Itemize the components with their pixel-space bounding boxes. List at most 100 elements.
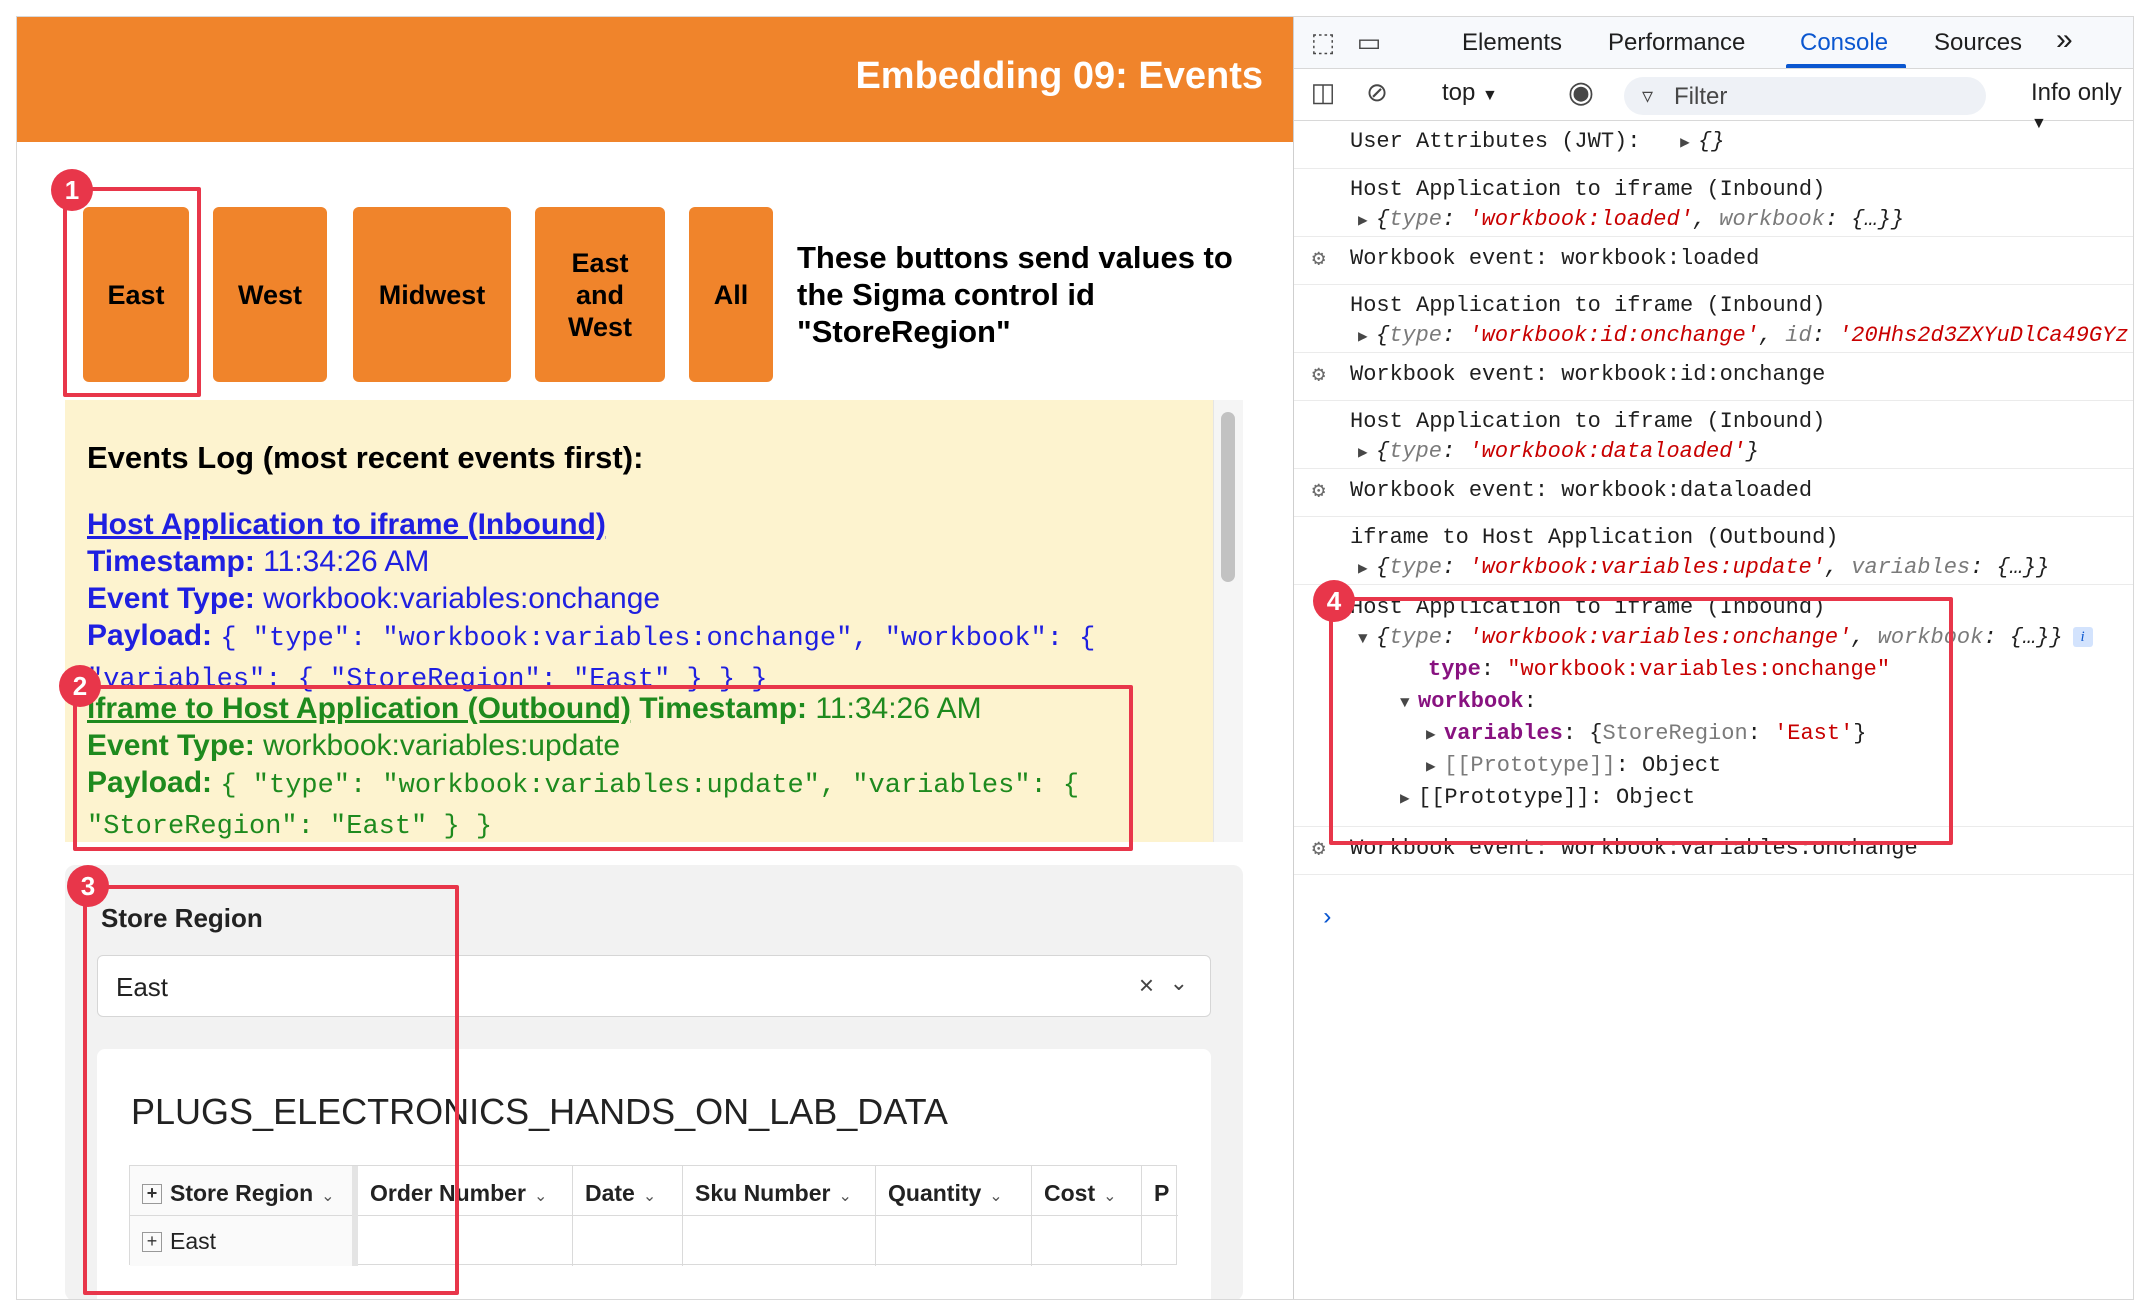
expand-triangle-icon[interactable]: ▶ [1400, 788, 1418, 808]
table-cell[interactable] [358, 1216, 572, 1266]
events-log-title: Events Log (most recent events first): [87, 440, 644, 475]
tab-sources[interactable]: Sources [1934, 29, 2022, 57]
console-message: ⚙ Workbook event: workbook:variables:onc… [1294, 827, 2133, 875]
data-table: + Store Region ⌄ + East Order Number ⌄ Date ⌄… [129, 1165, 1178, 1266]
expand-triangle-icon[interactable]: ▶ [1680, 132, 1698, 152]
column-header[interactable]: Quantity ⌄ [876, 1166, 1031, 1216]
console-prompt[interactable]: › [1320, 905, 1334, 932]
log-entry-header[interactable]: Host Application to iframe (Inbound) [87, 508, 606, 541]
all-button[interactable]: All [689, 207, 773, 382]
column-header[interactable]: Sku Number ⌄ [683, 1166, 875, 1216]
payload-label: Payload: [87, 619, 213, 652]
tab-console[interactable]: Console [1800, 29, 1888, 57]
table-cell[interactable] [876, 1216, 1031, 1266]
gear-icon: ⚙ [1312, 479, 1326, 504]
table-title: PLUGS_ELECTRONICS_HANDS_ON_LAB_DATA [131, 1091, 948, 1132]
event-type-label: Event Type: [87, 729, 255, 762]
chevron-down-icon[interactable]: ⌄ [321, 1188, 334, 1205]
timestamp-label: Timestamp: [639, 692, 808, 725]
table-column: Order Number ⌄ [358, 1166, 573, 1266]
event-type-value: workbook:variables:update [263, 729, 621, 762]
more-tabs-icon[interactable]: » [2056, 23, 2073, 57]
chevron-down-icon[interactable]: ⌄ [643, 1188, 656, 1205]
payload-label: Payload: [87, 766, 213, 799]
east-and-west-button[interactable]: East and West [535, 207, 665, 382]
inspect-element-icon[interactable]: ⬚ [1306, 27, 1340, 59]
store-region-label: Store Region [101, 903, 263, 933]
console-message: iframe to Host Application (Outbound) ▶{… [1294, 517, 2133, 585]
embedding-app: Embedding 09: Events East West Midwest E… [17, 17, 1293, 1299]
sidebar-toggle-icon[interactable]: ◫ [1306, 77, 1340, 109]
expand-triangle-icon[interactable]: ▶ [1358, 210, 1376, 230]
table-column: Quantity ⌄ [876, 1166, 1032, 1266]
annotation-badge-2: 2 [59, 665, 101, 707]
log-entry-inbound: Host Application to iframe (Inbound) Tim… [87, 506, 1197, 699]
events-log-scrollbar[interactable] [1213, 400, 1243, 842]
store-region-select[interactable]: East × ⌄ [97, 955, 1211, 1017]
expand-icon[interactable]: + [142, 1184, 162, 1204]
tab-elements[interactable]: Elements [1462, 29, 1562, 57]
column-header[interactable]: Date ⌄ [573, 1166, 682, 1216]
gear-icon: ⚙ [1312, 363, 1326, 388]
screen: Embedding 09: Events East West Midwest E… [16, 16, 2134, 1300]
expand-triangle-icon[interactable]: ▶ [1426, 756, 1444, 776]
console-message-expanded: Host Application to iframe (Inbound) ▼ {t… [1294, 585, 2133, 827]
table-column: + Store Region ⌄ + East [130, 1166, 358, 1266]
table-cell[interactable]: + East [130, 1216, 352, 1266]
chevron-down-icon[interactable]: ⌄ [1103, 1188, 1116, 1205]
chevron-down-icon[interactable]: ⌄ [989, 1188, 1002, 1205]
table-cell[interactable] [1032, 1216, 1141, 1266]
payload-value: { "type": "workbook:variables:onchange",… [87, 624, 1096, 695]
table-card: PLUGS_ELECTRONICS_HANDS_ON_LAB_DATA + Sto… [97, 1049, 1211, 1299]
tab-performance[interactable]: Performance [1608, 29, 1745, 57]
collapse-triangle-icon[interactable]: ▼ [1358, 630, 1376, 648]
console-message: ⚙ Workbook event: workbook:id:onchange [1294, 353, 2133, 401]
collapse-triangle-icon[interactable]: ▼ [1400, 694, 1418, 712]
chevron-down-icon[interactable]: ⌄ [1170, 970, 1188, 996]
filter-input[interactable]: ▿ Filter [1624, 77, 1986, 115]
filter-icon: ▿ [1642, 83, 1654, 108]
column-header[interactable]: Order Number ⌄ [358, 1166, 572, 1216]
west-button[interactable]: West [213, 207, 327, 382]
chevron-down-icon[interactable]: ⌄ [838, 1188, 851, 1205]
devtools-tabbar: ⬚ ▭ Elements Performance Console Sources… [1294, 17, 2133, 69]
console-message: Host Application to iframe (Inbound) ▶ {t… [1294, 401, 2133, 469]
timestamp-value: 11:34:26 AM [815, 692, 982, 725]
table-column: Cost ⌄ [1032, 1166, 1142, 1266]
expand-icon[interactable]: + [142, 1232, 162, 1252]
column-header[interactable]: Cost ⌄ [1032, 1166, 1141, 1216]
table-cell[interactable] [683, 1216, 875, 1266]
chevron-down-icon[interactable]: ⌄ [534, 1188, 547, 1205]
page-title: Embedding 09: Events [855, 55, 1263, 97]
table-column: Sku Number ⌄ [683, 1166, 876, 1266]
table-cell[interactable] [573, 1216, 682, 1266]
midwest-button[interactable]: Midwest [353, 207, 511, 382]
eye-icon[interactable]: ◉ [1564, 75, 1598, 109]
context-selector[interactable]: top ▼ [1442, 79, 1498, 107]
active-tab-indicator [1786, 64, 1906, 68]
caret-down-icon: ▼ [1482, 87, 1498, 104]
timestamp-label: Timestamp: [87, 545, 255, 578]
payload-value: { "type": "workbook:variables:update", "… [87, 771, 1080, 842]
console-message: Host Application to iframe (Inbound) ▶ {t… [1294, 169, 2133, 237]
east-button[interactable]: East [83, 207, 189, 382]
store-region-value: East [116, 972, 169, 1002]
clear-icon[interactable]: × [1139, 970, 1154, 1001]
expand-triangle-icon[interactable]: ▶ [1358, 558, 1376, 578]
expand-triangle-icon[interactable]: ▶ [1358, 442, 1376, 462]
log-entry-outbound: iframe to Host Application (Outbound) Ti… [87, 690, 1197, 842]
console-message: Host Application to iframe (Inbound) ▶ {t… [1294, 285, 2133, 353]
gear-icon: ⚙ [1312, 247, 1326, 272]
filter-placeholder: Filter [1674, 83, 1728, 110]
table-column: Date ⌄ [573, 1166, 683, 1266]
log-entry-header[interactable]: iframe to Host Application (Outbound) [87, 692, 631, 725]
column-header[interactable]: P [1142, 1166, 1178, 1216]
scrollbar-thumb[interactable] [1221, 412, 1235, 582]
expand-triangle-icon[interactable]: ▶ [1426, 724, 1444, 744]
table-cell[interactable] [1142, 1216, 1178, 1266]
device-toolbar-icon[interactable]: ▭ [1352, 27, 1386, 59]
expand-triangle-icon[interactable]: ▶ [1358, 326, 1376, 346]
column-header[interactable]: + Store Region ⌄ [130, 1166, 352, 1216]
clear-console-icon[interactable]: ⊘ [1360, 77, 1394, 109]
info-icon[interactable]: i [2072, 627, 2093, 647]
